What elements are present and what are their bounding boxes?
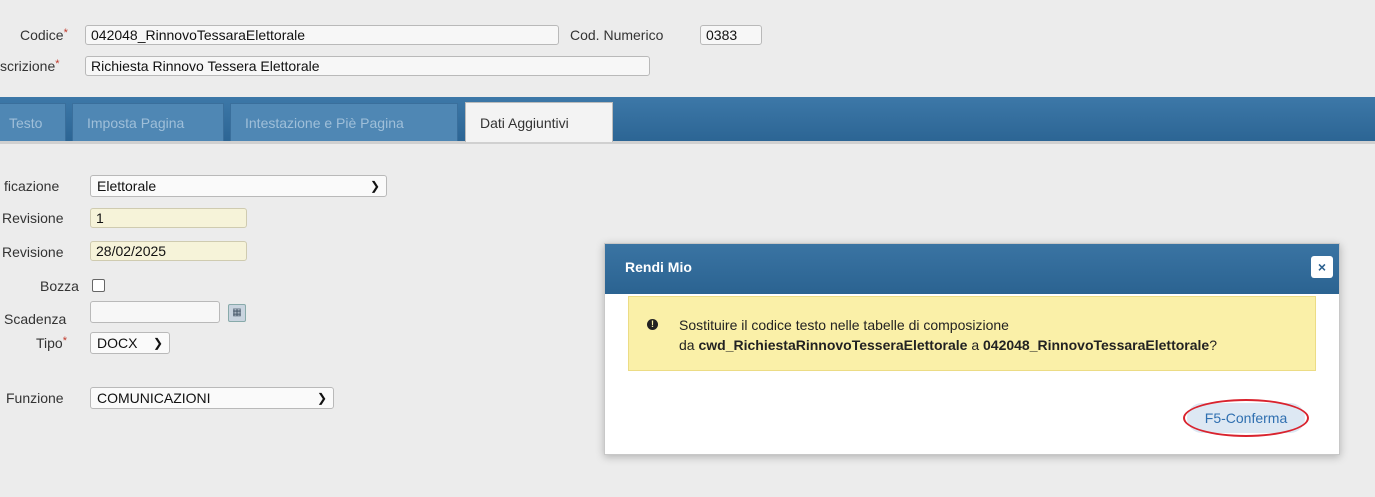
classificazione-value: Elettorale <box>97 178 157 194</box>
tab-imposta-pagina[interactable]: Imposta Pagina <box>72 103 224 141</box>
n-revisione-input[interactable]: 1 <box>90 208 247 228</box>
classificazione-select[interactable]: Elettorale ❯ <box>90 175 387 197</box>
new-code: 042048_RinnovoTessaraElettorale <box>983 337 1210 353</box>
dialog-header: Rendi Mio × <box>605 244 1339 294</box>
descrizione-input[interactable]: Richiesta Rinnovo Tessera Elettorale <box>85 56 650 76</box>
funzione-label: Funzione <box>6 390 64 406</box>
codice-input[interactable]: 042048_RinnovoTessaraElettorale <box>85 25 559 45</box>
classificazione-label: ficazione <box>4 178 60 194</box>
data-revisione-label: Revisione <box>2 244 64 260</box>
data-revisione-input[interactable]: 28/02/2025 <box>90 241 247 261</box>
chevron-down-icon: ❯ <box>316 391 327 405</box>
calendar-icon[interactable]: ▦ <box>228 304 246 322</box>
codice-label: Codice* <box>20 27 68 43</box>
exclamation-circle-icon: ! <box>647 319 658 330</box>
cod-numerico-input[interactable]: 0383 <box>700 25 762 45</box>
alert-line-1: Sostituire il codice testo nelle tabelle… <box>679 317 1009 333</box>
alert-line-2: da cwd_RichiestaRinnovoTesseraElettorale… <box>679 337 1217 353</box>
tab-dati-aggiuntivi[interactable]: Dati Aggiuntivi <box>465 102 613 142</box>
chevron-down-icon: ❯ <box>369 179 380 193</box>
tipo-label: Tipo* <box>36 335 67 351</box>
cod-numerico-label: Cod. Numerico <box>570 27 664 43</box>
tipo-select[interactable]: DOCX ❯ <box>90 332 170 354</box>
n-revisione-label: Revisione <box>2 210 64 226</box>
tab-testo[interactable]: Testo <box>0 103 66 141</box>
dialog-title: Rendi Mio <box>625 259 692 275</box>
tab-intestazione-pie-pagina[interactable]: Intestazione e Piè Pagina <box>230 103 458 141</box>
funzione-select[interactable]: COMUNICAZIONI ❯ <box>90 387 334 409</box>
chevron-down-icon: ❯ <box>152 336 163 350</box>
rendi-mio-dialog: Rendi Mio × ! Sostituire il codice testo… <box>604 243 1340 455</box>
tab-bar: Testo Imposta Pagina Intestazione e Piè … <box>0 97 1375 144</box>
scadenza-input[interactable] <box>90 301 220 323</box>
bozza-label: Bozza <box>40 278 79 294</box>
close-icon[interactable]: × <box>1311 256 1333 278</box>
confirmation-alert: ! Sostituire il codice testo nelle tabel… <box>628 296 1316 371</box>
tipo-value: DOCX <box>97 335 138 351</box>
funzione-value: COMUNICAZIONI <box>97 390 211 406</box>
alert-message: Sostituire il codice testo nelle tabelle… <box>679 315 1217 355</box>
descrizione-label: scrizione* <box>0 58 60 74</box>
bozza-checkbox[interactable] <box>92 279 105 292</box>
old-code: cwd_RichiestaRinnovoTesseraElettorale <box>698 337 968 353</box>
highlight-circle <box>1183 399 1309 437</box>
scadenza-label: Scadenza <box>4 311 67 327</box>
